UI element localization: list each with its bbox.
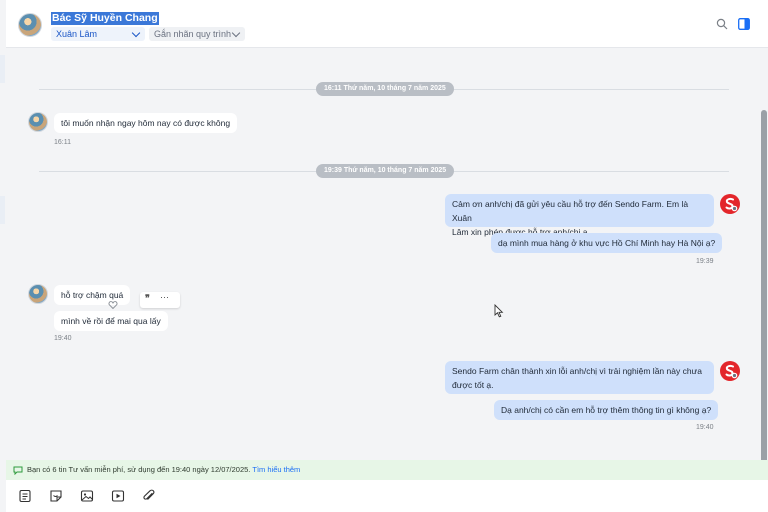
outgoing-message[interactable]: dạ mình mua hàng ở khu vực Hồ Chí Minh h…: [491, 233, 723, 253]
message-line: Sendo Farm chân thành xin lỗi anh/chị vì…: [452, 366, 702, 376]
free-message-banner: Bạn có 6 tin Tư vấn miễn phí, sử dụng đế…: [6, 460, 768, 480]
contact-avatar: [28, 112, 48, 132]
learn-more-link[interactable]: Tìm hiểu thêm: [252, 465, 300, 474]
strip-marker: [0, 196, 5, 224]
agent-select[interactable]: Xuân Lâm: [51, 27, 145, 41]
side-panel-icon[interactable]: [738, 18, 750, 30]
contact-name[interactable]: Bác Sỹ Huyền Chang: [51, 12, 159, 25]
message-time: 19:40: [54, 335, 72, 342]
heart-icon[interactable]: [108, 300, 118, 310]
outgoing-message[interactable]: Sendo Farm chân thành xin lỗi anh/chị vì…: [445, 361, 714, 394]
contact-avatar[interactable]: [18, 13, 42, 37]
message-time: 16:11: [54, 139, 71, 146]
scrollbar[interactable]: [761, 110, 767, 488]
sendo-farm-avatar: [720, 361, 740, 381]
message-line: được tốt ạ.: [452, 380, 494, 390]
chat-header: Bác Sỹ Huyền Chang Xuân Lâm Gắn nhãn quy…: [6, 0, 768, 48]
template-icon[interactable]: [18, 489, 32, 503]
sticker-icon[interactable]: [49, 489, 63, 503]
more-icon[interactable]: ⋯: [160, 292, 169, 303]
incoming-message[interactable]: hỗ trợ chậm quá: [54, 285, 131, 305]
banner-text: Bạn có 6 tin Tư vấn miễn phí, sử dụng đế…: [27, 460, 300, 480]
mouse-cursor-icon: [494, 304, 504, 318]
agent-select-label: Xuân Lâm: [56, 29, 98, 39]
message-time: 19:40: [696, 424, 714, 431]
chevron-down-icon: [231, 28, 241, 38]
chat-bubble-icon: [13, 466, 23, 475]
chevron-down-icon: [131, 28, 141, 38]
quote-icon[interactable]: ❞: [145, 293, 150, 304]
message-area[interactable]: 16:11 Thứ năm, 10 tháng 7 năm 2025 tôi m…: [6, 48, 768, 488]
incoming-message[interactable]: mình về rồi để mai qua lấy: [54, 311, 168, 331]
image-icon[interactable]: [80, 489, 94, 503]
incoming-message[interactable]: tôi muốn nhận ngay hôm nay có được không: [54, 113, 238, 133]
attachment-icon[interactable]: [142, 489, 156, 503]
message-time: 19:39: [696, 258, 714, 265]
message-actions: ❞ ⋯: [140, 292, 180, 308]
video-icon[interactable]: [111, 489, 125, 503]
sendo-farm-avatar: [720, 194, 740, 214]
tag-select[interactable]: Gắn nhãn quy trình: [149, 27, 245, 41]
search-icon[interactable]: [716, 18, 728, 30]
outgoing-message[interactable]: Dạ anh/chị có cần em hỗ trợ thêm thông t…: [494, 400, 719, 420]
outgoing-message[interactable]: Cảm ơn anh/chị đã gửi yêu cầu hỗ trợ đến…: [445, 194, 714, 237]
composer-toolbar: [6, 480, 768, 512]
banner-message: Bạn có 6 tin Tư vấn miễn phí, sử dụng đế…: [27, 465, 251, 474]
date-separator: 16:11 Thứ năm, 10 tháng 7 năm 2025: [316, 82, 454, 96]
date-separator: 19:39 Thứ năm, 10 tháng 7 năm 2025: [316, 164, 455, 178]
contact-avatar: [28, 284, 48, 304]
message-line: Cảm ơn anh/chị đã gửi yêu cầu hỗ trợ đến…: [452, 199, 689, 223]
strip-marker: [0, 55, 5, 83]
tag-select-label: Gắn nhãn quy trình: [154, 29, 232, 39]
